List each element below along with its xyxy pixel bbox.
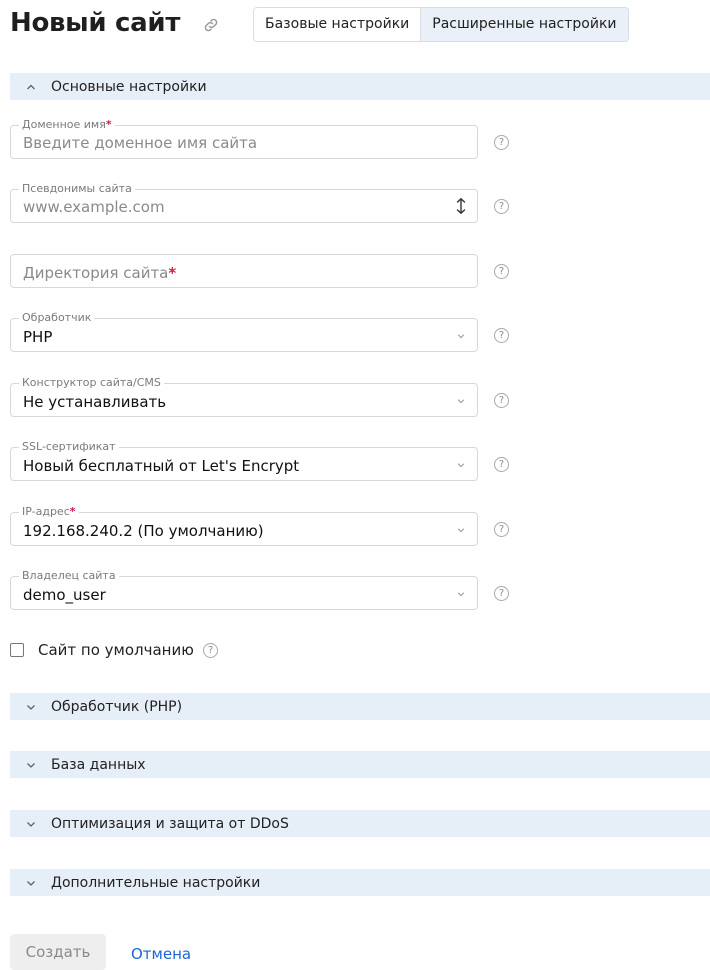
chevron-down-icon (27, 762, 35, 768)
required-mark: * (69, 505, 76, 518)
section-label: Оптимизация и защита от DDoS (51, 815, 289, 832)
tab-basic-settings[interactable]: Базовые настройки (254, 8, 421, 41)
page-title: Новый сайт (10, 8, 181, 38)
section-label: Основные настройки (51, 78, 207, 95)
link-icon[interactable] (202, 16, 220, 34)
owner-label: Владелец сайта (19, 570, 119, 582)
create-button[interactable]: Создать (10, 934, 106, 970)
aliases-field: Псевдонимы сайта (10, 183, 478, 223)
aliases-label: Псевдонимы сайта (19, 183, 135, 195)
section-database[interactable]: База данных (10, 751, 710, 778)
cms-help-icon[interactable]: ? (494, 393, 509, 408)
cms-label: Конструктор сайта/CMS (19, 377, 164, 389)
chevron-up-icon (27, 84, 35, 89)
page-header: Новый сайт Базовые настройки Расширенные… (10, 6, 710, 46)
ip-label: IP-адрес* (19, 506, 79, 518)
default-site-checkbox[interactable] (10, 643, 24, 657)
chevron-down-icon (457, 334, 465, 339)
ip-help-icon[interactable]: ? (494, 522, 509, 537)
handler-select[interactable]: Обработчик PHP (10, 312, 478, 352)
cms-select[interactable]: Конструктор сайта/CMS Не устанавливать (10, 377, 478, 417)
section-main-settings[interactable]: Основные настройки (10, 73, 710, 100)
cancel-link[interactable]: Отмена (131, 945, 191, 963)
section-php-handler[interactable]: Обработчик (PHP) (10, 693, 710, 720)
owner-select[interactable]: Владелец сайта demo_user (10, 570, 478, 610)
domain-field: Доменное имя* (10, 119, 478, 159)
owner-value: demo_user (23, 586, 106, 604)
directory-field[interactable]: Директория сайта* (10, 254, 478, 288)
cms-value: Не устанавливать (23, 393, 167, 411)
section-additional-settings[interactable]: Дополнительные настройки (10, 869, 710, 896)
aliases-help-icon[interactable]: ? (494, 199, 509, 214)
section-label: Обработчик (PHP) (51, 698, 183, 715)
domain-label: Доменное имя* (19, 119, 115, 131)
ssl-value: Новый бесплатный от Let's Encrypt (23, 457, 300, 475)
aliases-input[interactable] (23, 199, 443, 216)
required-mark: * (105, 118, 112, 131)
default-site-help-icon[interactable]: ? (203, 643, 218, 658)
mode-switch: Базовые настройки Расширенные настройки (253, 7, 629, 42)
directory-help-icon[interactable]: ? (494, 264, 509, 279)
ssl-help-icon[interactable]: ? (494, 457, 509, 472)
domain-input[interactable] (23, 135, 443, 152)
chevron-down-icon (27, 880, 35, 886)
chevron-down-icon (457, 528, 465, 533)
tab-advanced-settings[interactable]: Расширенные настройки (420, 8, 628, 41)
section-label: Дополнительные настройки (51, 874, 261, 891)
section-optimization-ddos[interactable]: Оптимизация и защита от DDoS (10, 810, 710, 837)
directory-input[interactable]: Директория сайта* (23, 264, 176, 282)
ssl-select[interactable]: SSL-сертификат Новый бесплатный от Let's… (10, 441, 478, 481)
resize-vertical-icon[interactable] (455, 197, 467, 215)
handler-value: PHP (23, 328, 53, 346)
default-site-label[interactable]: Сайт по умолчанию (38, 641, 194, 659)
domain-help-icon[interactable]: ? (494, 135, 509, 150)
chevron-down-icon (27, 704, 35, 710)
chevron-down-icon (457, 592, 465, 597)
required-mark: * (168, 264, 177, 282)
chevron-down-icon (27, 821, 35, 827)
chevron-down-icon (457, 399, 465, 404)
ip-select[interactable]: IP-адрес* 192.168.240.2 (По умолчанию) (10, 506, 478, 546)
ssl-label: SSL-сертификат (19, 441, 119, 453)
owner-help-icon[interactable]: ? (494, 586, 509, 601)
handler-label: Обработчик (19, 312, 95, 324)
ip-value: 192.168.240.2 (По умолчанию) (23, 522, 264, 540)
section-label: База данных (51, 756, 146, 773)
chevron-down-icon (457, 463, 465, 468)
handler-help-icon[interactable]: ? (494, 328, 509, 343)
